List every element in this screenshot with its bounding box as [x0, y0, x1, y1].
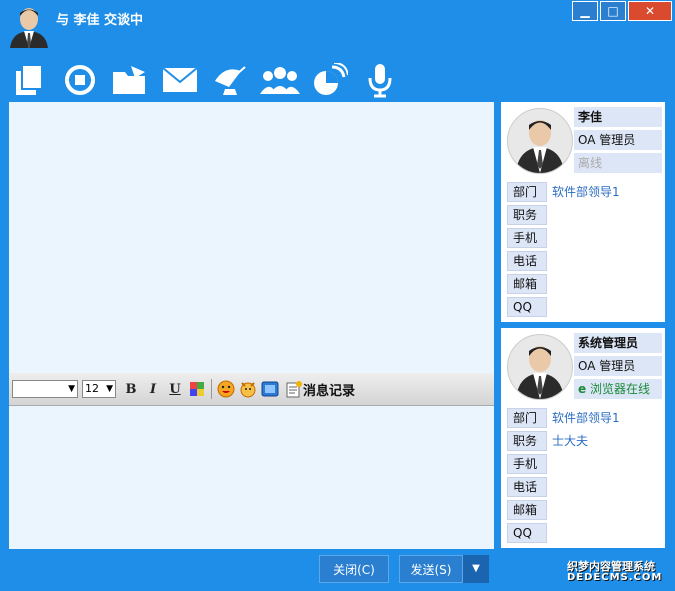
field-value: 软件部领导1: [552, 411, 620, 425]
field-label: 手机: [507, 228, 547, 248]
remote-assist-icon[interactable]: [60, 60, 100, 100]
file-transfer-icon[interactable]: [10, 60, 50, 100]
chevron-down-icon: ▼: [106, 384, 113, 394]
satellite-icon[interactable]: [210, 60, 250, 100]
message-history-pane[interactable]: [9, 102, 494, 373]
message-input[interactable]: [9, 406, 494, 549]
message-history-button[interactable]: 消息记录: [285, 380, 355, 399]
field-label: QQ: [507, 523, 547, 543]
field-value: [552, 228, 662, 248]
group-icon[interactable]: [260, 60, 300, 100]
field-label: 电话: [507, 251, 547, 271]
window-title: 与 李佳 交谈中: [56, 13, 144, 28]
self-role: OA 管理员: [574, 356, 662, 376]
self-name: 系统管理员: [574, 333, 662, 353]
maximize-button[interactable]: □: [600, 1, 626, 21]
contact-name: 李佳: [574, 107, 662, 127]
self-card: 系统管理员 OA 管理员 e 浏览器在线 部门 软件部领导1 职务 士大夫 手机…: [501, 328, 665, 548]
chevron-down-icon: ▼: [68, 384, 75, 394]
window-controls: ▁ □ ✕: [572, 1, 672, 21]
format-toolbar: ▼ 12 ▼ B I U 消息记录: [9, 373, 494, 406]
send-options-button[interactable]: ▼: [463, 555, 489, 583]
field-value: 士大夫: [552, 434, 589, 448]
chart-icon[interactable]: [310, 60, 350, 100]
user-avatar-icon: [8, 4, 50, 48]
field-label: 电话: [507, 477, 547, 497]
field-label: 职务: [507, 431, 547, 451]
close-window-button[interactable]: ✕: [628, 1, 672, 21]
field-label: 部门: [507, 408, 547, 428]
send-button[interactable]: 发送(S): [399, 555, 463, 583]
field-value: [552, 477, 662, 497]
underline-button[interactable]: U: [164, 378, 186, 400]
field-label: 部门: [507, 182, 547, 202]
field-label: 职务: [507, 205, 547, 225]
action-toolbar: [10, 60, 400, 100]
contact-status: 离线: [574, 153, 662, 173]
field-value: [552, 274, 662, 294]
color-picker-icon[interactable]: [186, 378, 208, 400]
contact-card: 李佳 OA 管理员 离线 部门 软件部领导1 职务 手机 电话 邮箱 QQ: [501, 102, 665, 322]
field-value: [552, 500, 662, 520]
mail-icon[interactable]: [160, 60, 200, 100]
self-avatar: [507, 334, 573, 400]
field-label: QQ: [507, 297, 547, 317]
bold-button[interactable]: B: [120, 378, 142, 400]
field-value: [552, 205, 662, 225]
history-icon: [286, 381, 302, 398]
field-label: 邮箱: [507, 500, 547, 520]
divider: [211, 379, 212, 399]
field-value: 软件部领导1: [552, 185, 620, 199]
browser-icon: e: [578, 382, 587, 396]
self-status: e 浏览器在线: [574, 379, 662, 399]
self-status-text: 浏览器在线: [589, 382, 650, 396]
field-value: [552, 454, 662, 474]
screenshot-icon[interactable]: [259, 378, 281, 400]
field-value: [552, 297, 662, 317]
close-button[interactable]: 关闭(C): [319, 555, 389, 583]
shake-icon[interactable]: [237, 378, 259, 400]
minimize-button[interactable]: ▁: [572, 1, 598, 21]
field-label: 邮箱: [507, 274, 547, 294]
field-value: [552, 251, 662, 271]
contact-role: OA 管理员: [574, 130, 662, 150]
contact-avatar: [507, 108, 573, 174]
chat-window: 与 李佳 交谈中 ▁ □ ✕ ▼ 12 ▼ B I U 消息记录 李佳 OA 管…: [0, 0, 675, 591]
history-label: 消息记录: [303, 383, 356, 399]
watermark-url: DEDECMS.COM: [567, 572, 663, 583]
emoji-icon[interactable]: [215, 378, 237, 400]
microphone-icon[interactable]: [360, 60, 400, 100]
font-size-select[interactable]: 12 ▼: [82, 380, 116, 398]
font-size-value: 12: [85, 382, 99, 395]
field-value: [552, 523, 662, 543]
italic-button[interactable]: I: [142, 378, 164, 400]
font-family-select[interactable]: ▼: [12, 380, 78, 398]
field-label: 手机: [507, 454, 547, 474]
folder-share-icon[interactable]: [110, 60, 150, 100]
